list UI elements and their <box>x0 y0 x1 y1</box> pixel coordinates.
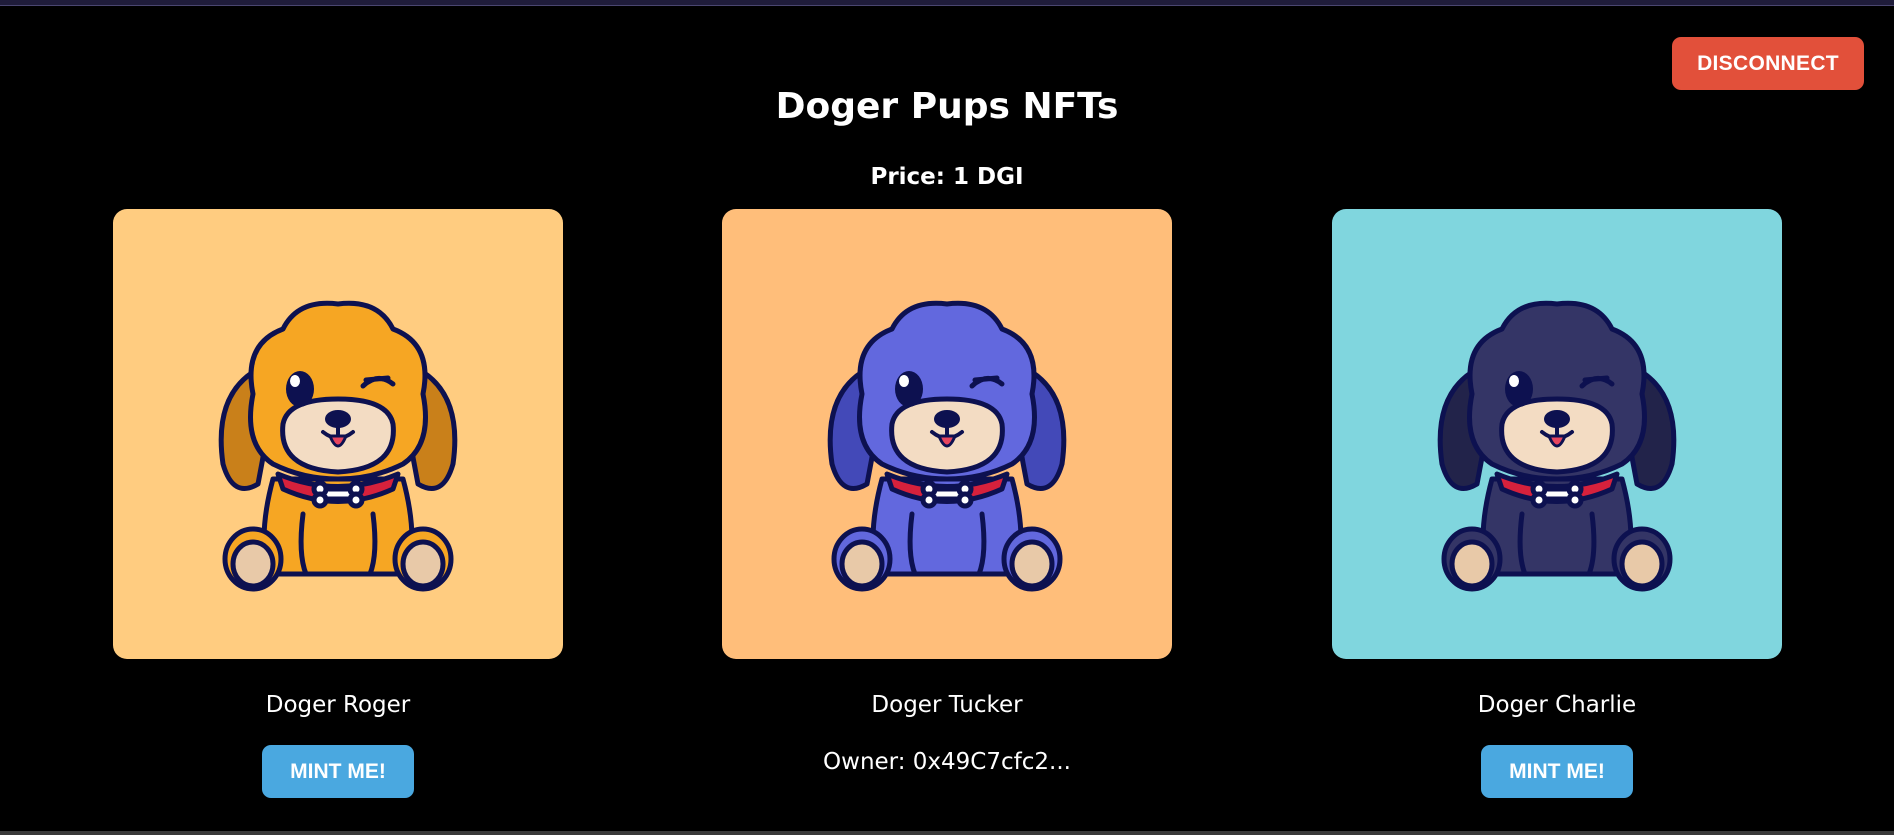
price-label: Price: 1 DGI <box>870 164 1024 190</box>
puppy-icon <box>218 300 458 592</box>
nft-image <box>722 209 1172 659</box>
nft-card-charlie: Doger Charlie MINT ME! <box>1332 209 1782 798</box>
disconnect-button[interactable]: DISCONNECT <box>1672 37 1864 90</box>
browser-top-strip <box>0 0 1894 6</box>
nft-card-roger: Doger Roger MINT ME! <box>113 209 563 798</box>
mint-button[interactable]: MINT ME! <box>1481 745 1633 798</box>
nft-name: Doger Charlie <box>1477 692 1637 718</box>
puppy-icon <box>827 300 1067 592</box>
nft-card-tucker: Doger Tucker Owner: 0x49C7cfc2... <box>722 209 1172 775</box>
nft-name: Doger Roger <box>265 692 411 718</box>
nft-name: Doger Tucker <box>871 692 1023 718</box>
page-title: Doger Pups NFTs <box>775 86 1119 127</box>
nft-image <box>113 209 563 659</box>
owner-address: Owner: 0x49C7cfc2... <box>823 749 1071 775</box>
nft-image <box>1332 209 1782 659</box>
browser-bottom-strip <box>0 831 1894 835</box>
puppy-icon <box>1437 300 1677 592</box>
mint-button[interactable]: MINT ME! <box>262 745 414 798</box>
